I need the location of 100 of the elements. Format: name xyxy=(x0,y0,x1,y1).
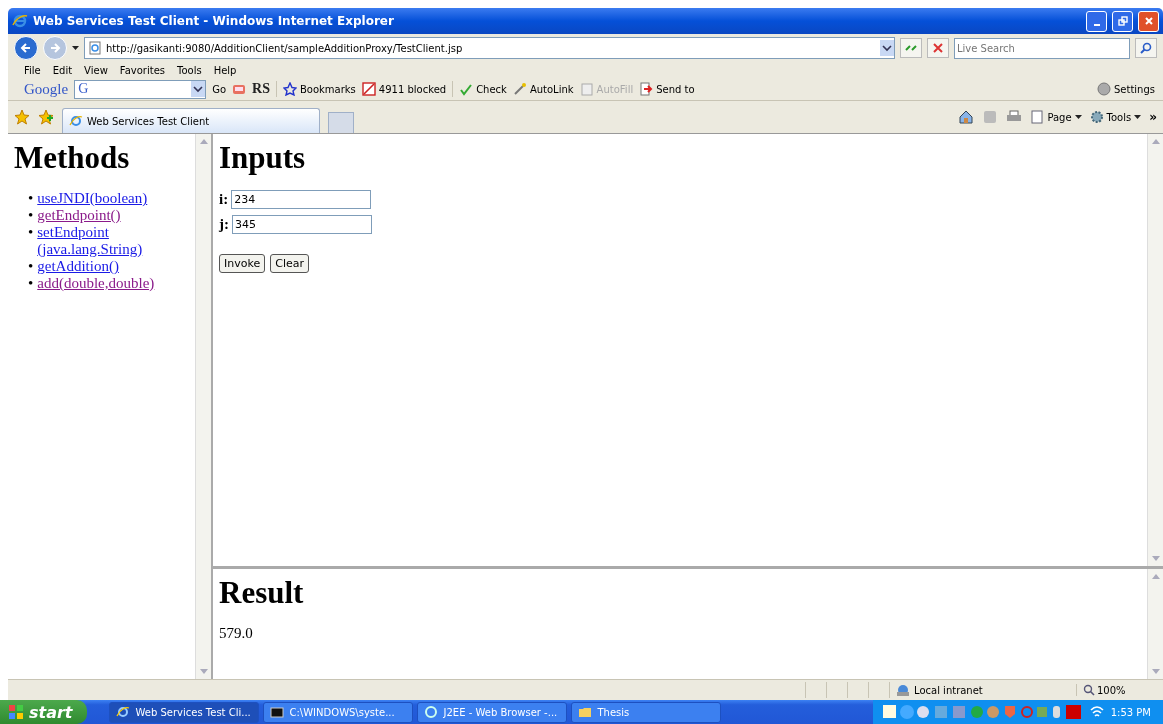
restore-button[interactable] xyxy=(1112,10,1133,32)
send-to-button[interactable]: Send to xyxy=(639,82,695,96)
scrollbar[interactable] xyxy=(1147,569,1163,679)
taskbar-button[interactable]: J2EE - Web Browser -... xyxy=(416,701,567,723)
zoom-button[interactable]: 100% xyxy=(1076,684,1163,696)
send-icon xyxy=(639,82,654,96)
page-icon xyxy=(1030,110,1045,124)
scroll-down-icon[interactable] xyxy=(1151,556,1160,561)
field-label: i: xyxy=(219,191,229,208)
browser-logo-icon xyxy=(115,705,130,719)
checkmark-icon xyxy=(459,82,474,96)
scroll-up-icon[interactable] xyxy=(1151,139,1160,144)
invoke-button[interactable]: Invoke xyxy=(219,254,266,273)
menu-item[interactable]: Edit xyxy=(52,64,73,76)
method-link[interactable]: add(double,double) xyxy=(37,275,155,292)
security-zone: Local intranet xyxy=(914,684,983,696)
spell-check-button[interactable]: Check xyxy=(459,82,507,96)
forward-arrow-icon xyxy=(49,42,61,54)
browser-tab[interactable]: Web Services Test Client xyxy=(62,108,320,133)
address-field[interactable]: http://gasikanti:9080/AdditionClient/sampleAdditionProxy/TestClient.jsp xyxy=(84,37,895,59)
method-link[interactable]: getAddition() xyxy=(37,258,119,275)
window-title: Web Services Test Client - Windows Internet Explorer xyxy=(33,14,394,28)
close-icon xyxy=(1143,16,1154,26)
tools-menu-button[interactable]: Tools xyxy=(1089,110,1142,124)
star-icon xyxy=(282,82,297,96)
more-button[interactable]: » xyxy=(1149,110,1157,124)
caret-icon xyxy=(1134,115,1142,119)
blocked-window-icon xyxy=(361,82,376,96)
method-link[interactable]: getEndpoint() xyxy=(37,207,121,224)
method-link[interactable]: setEndpoint (java.lang.String) xyxy=(37,224,189,258)
refresh-button[interactable] xyxy=(900,38,922,58)
scroll-down-icon[interactable] xyxy=(1151,669,1160,674)
stop-icon xyxy=(931,41,945,55)
caret-icon xyxy=(1074,115,1082,119)
go-button[interactable]: Go xyxy=(212,83,227,95)
back-button[interactable] xyxy=(14,36,38,60)
notebook-icon[interactable] xyxy=(232,82,247,96)
autolink-button[interactable]: AutoLink xyxy=(512,82,574,96)
sphere-icon xyxy=(1097,82,1111,96)
methods-heading: Methods xyxy=(14,140,131,176)
wand-icon xyxy=(512,82,527,96)
bullet: • xyxy=(28,207,34,224)
result-heading: Result xyxy=(219,575,305,611)
favorites-star-icon[interactable] xyxy=(14,109,30,125)
rs-button[interactable]: RS xyxy=(252,81,270,97)
scrollbar[interactable] xyxy=(1147,134,1163,566)
search-icon xyxy=(1139,41,1153,55)
page-icon xyxy=(88,41,102,55)
clock: 1:53 PM xyxy=(1110,706,1151,718)
dropdown-icon[interactable] xyxy=(880,40,894,56)
bookmarks-button[interactable]: Bookmarks xyxy=(282,82,356,96)
menu-item[interactable]: Help xyxy=(213,64,237,76)
start-button[interactable]: start xyxy=(0,700,87,724)
caret-icon[interactable] xyxy=(72,46,79,50)
browser-logo-icon xyxy=(12,13,28,29)
back-arrow-icon xyxy=(20,42,32,54)
scroll-up-icon[interactable] xyxy=(1151,574,1160,579)
url-text: http://gasikanti:9080/AdditionClient/sampleAdditionProxy/TestClient.jsp xyxy=(106,42,463,54)
menu-item[interactable]: File xyxy=(24,64,41,76)
form-icon xyxy=(579,82,594,96)
menu-item[interactable]: Tools xyxy=(177,64,202,76)
settings-button[interactable]: Settings xyxy=(1097,82,1155,96)
clear-button[interactable]: Clear xyxy=(270,254,309,273)
browser-logo-icon xyxy=(69,114,83,128)
taskbar-button[interactable]: C:\WINDOWS\syste... xyxy=(262,701,413,723)
taskbar-button[interactable]: Thesis xyxy=(570,701,721,723)
bullet: • xyxy=(28,258,34,275)
bullet: • xyxy=(28,224,34,242)
new-tab-button[interactable] xyxy=(328,112,354,133)
scrollbar[interactable] xyxy=(195,134,211,679)
dropdown-icon[interactable] xyxy=(191,81,206,97)
add-favorite-icon[interactable] xyxy=(38,109,54,125)
home-icon[interactable] xyxy=(958,109,975,125)
menu-item[interactable]: Favorites xyxy=(119,64,165,76)
bullet: • xyxy=(28,275,34,292)
folder-icon xyxy=(577,705,592,719)
popup-blocker-button[interactable]: 4911 blocked xyxy=(361,82,447,96)
close-button[interactable] xyxy=(1138,10,1159,32)
restore-icon xyxy=(1117,16,1128,26)
google-search-field[interactable]: G xyxy=(74,79,207,99)
input-field[interactable]: 234 xyxy=(231,190,372,209)
menu-item[interactable]: View xyxy=(84,64,108,76)
stop-button[interactable] xyxy=(927,38,949,58)
gear-icon xyxy=(1089,110,1104,124)
page-menu-button[interactable]: Page xyxy=(1030,110,1082,124)
minimize-button[interactable] xyxy=(1086,10,1107,32)
bullet: • xyxy=(28,190,34,207)
google-logo: Google xyxy=(24,80,69,98)
search-button[interactable] xyxy=(1135,38,1157,58)
forward-button[interactable] xyxy=(43,36,67,60)
scroll-down-icon[interactable] xyxy=(199,669,208,674)
method-link[interactable]: useJNDI(boolean) xyxy=(37,190,148,207)
search-field[interactable]: Live Search xyxy=(954,37,1130,59)
minimize-icon xyxy=(1093,24,1100,26)
taskbar-button[interactable]: Web Services Test Cli... xyxy=(108,701,259,723)
tray-icons[interactable] xyxy=(882,704,1083,720)
input-field[interactable]: 345 xyxy=(232,215,372,234)
result-value: 579.0 xyxy=(219,625,254,642)
globe-icon xyxy=(896,683,910,697)
scroll-up-icon[interactable] xyxy=(199,139,208,144)
